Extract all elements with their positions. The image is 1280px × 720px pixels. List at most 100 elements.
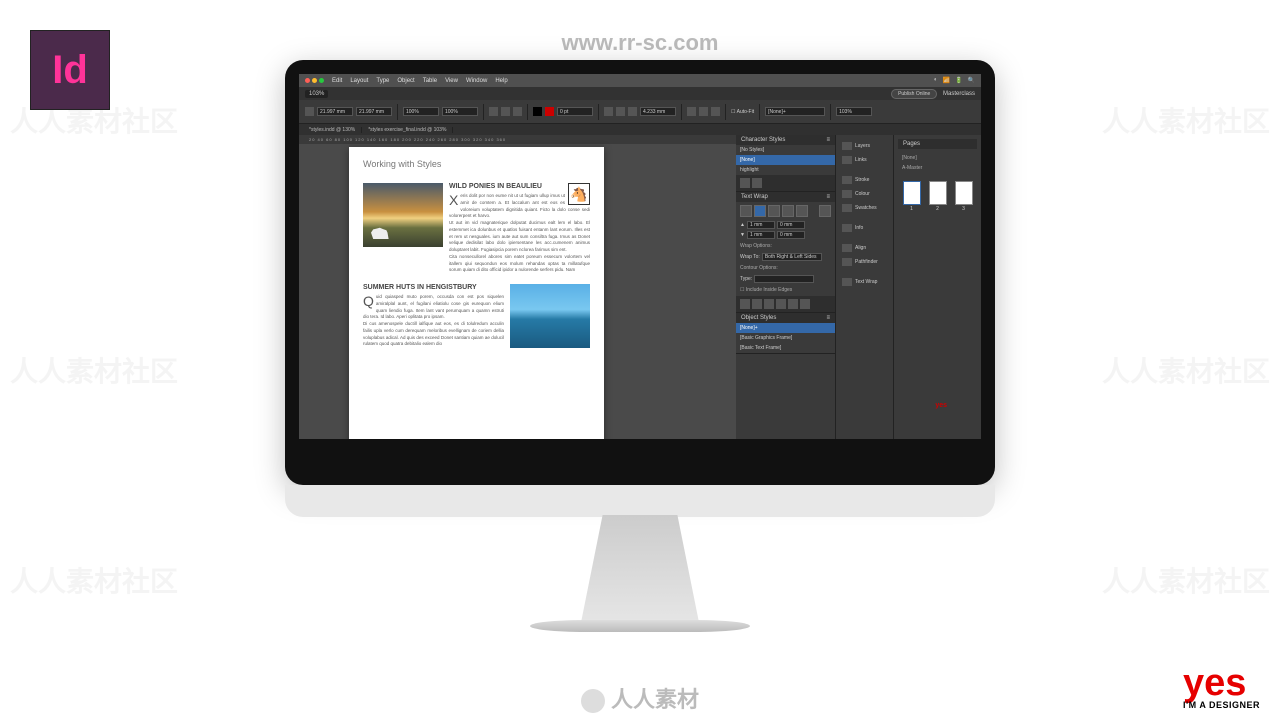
panel-tab-info[interactable]: Info	[836, 221, 893, 235]
canvas[interactable]: 20 40 60 80 100 120 140 160 180 200 220 …	[299, 135, 736, 439]
new-style-icon[interactable]	[740, 178, 750, 188]
w-field[interactable]: 100%	[403, 107, 439, 116]
image-ponies[interactable]	[363, 183, 443, 247]
stroke-field[interactable]: 0 pt	[557, 107, 593, 116]
search-icon[interactable]: 🔍	[968, 77, 975, 84]
contour-type-select[interactable]	[754, 275, 814, 283]
rotate-icon[interactable]	[489, 107, 498, 116]
panel-tab-layers[interactable]: Layers	[836, 139, 893, 153]
yes-designer-logo: yes I'M A DESIGNER	[1183, 666, 1260, 710]
align-c-icon[interactable]	[699, 107, 708, 116]
heading-2: SUMMER HUTS IN HENGISTBURY	[363, 284, 504, 291]
tab-doc-1[interactable]: *styles.indd @ 130%	[303, 127, 362, 133]
wrap-icon[interactable]	[616, 107, 625, 116]
panel-tab-links[interactable]: Links	[836, 153, 893, 167]
wrap-jump-icon[interactable]	[782, 205, 794, 217]
footer-icon	[581, 689, 605, 713]
workspace-label[interactable]: Masterclass	[943, 91, 975, 97]
panel-menu-icon[interactable]: ≡	[826, 194, 830, 200]
panel-tab-colour[interactable]: Colour	[836, 187, 893, 201]
close-icon[interactable]	[305, 78, 310, 83]
gap-field[interactable]: 4.233 mm	[640, 107, 676, 116]
image-huts[interactable]	[510, 284, 590, 348]
offset-bottom[interactable]: 1 mm	[747, 231, 775, 239]
maximize-icon[interactable]	[319, 78, 324, 83]
offset-left[interactable]: 0 mm	[777, 221, 805, 229]
publish-online-button[interactable]: Publish Online	[891, 89, 937, 99]
wrap-none-icon[interactable]	[740, 205, 752, 217]
style-row[interactable]: highlight	[736, 165, 835, 175]
h-field[interactable]: 100%	[442, 107, 478, 116]
flip-v-icon[interactable]	[513, 107, 522, 116]
obj-style-row[interactable]: [Basic Graphics Frame]	[736, 333, 835, 343]
include-edges-check[interactable]: ☐ Include Inside Edges	[736, 284, 835, 296]
document-page[interactable]: Working with Styles 🐴 WILD PONIES IN BEA…	[349, 147, 604, 439]
wrap-bbox-icon[interactable]	[754, 205, 766, 217]
panel-pages: Pages [None] A-Master 1 2 3	[894, 135, 981, 439]
app-bar: 103% Publish Online Masterclass	[299, 87, 981, 100]
panel-tab-swatches[interactable]: Swatches	[836, 201, 893, 215]
panel-tab-textwrap[interactable]: Text Wrap	[836, 275, 893, 289]
menu-table[interactable]: Table	[423, 78, 437, 84]
flip-h-icon[interactable]	[501, 107, 510, 116]
stroke-color-icon[interactable]	[545, 107, 554, 116]
minimize-icon[interactable]	[312, 78, 317, 83]
wrap-shape-icon[interactable]	[768, 205, 780, 217]
misc-icon[interactable]	[800, 299, 810, 309]
misc-icon[interactable]	[740, 299, 750, 309]
master-none[interactable]: [None]	[902, 153, 973, 163]
zoom-level[interactable]: 103%	[305, 90, 328, 98]
panel-tab-stroke[interactable]: Stroke	[836, 173, 893, 187]
misc-icon[interactable]	[788, 299, 798, 309]
wrap-column-icon[interactable]	[796, 205, 808, 217]
autofit-check[interactable]: ☐ Auto-Fit	[731, 109, 754, 115]
align-l-icon[interactable]	[687, 107, 696, 116]
fill-icon[interactable]	[533, 107, 542, 116]
panel-menu-icon[interactable]: ≡	[826, 315, 830, 321]
master-a[interactable]: A-Master	[902, 163, 973, 173]
offset-right[interactable]: 0 mm	[777, 231, 805, 239]
style-row[interactable]: [No Styles]	[736, 145, 835, 155]
y-field[interactable]: 21.997 mm	[356, 107, 392, 116]
menu-type[interactable]: Type	[376, 78, 389, 84]
indesign-logo: Id	[30, 30, 110, 110]
misc-icon[interactable]	[752, 299, 762, 309]
invert-icon[interactable]	[819, 205, 831, 217]
wrap-to-select[interactable]: Both Right & Left Sides	[762, 253, 822, 261]
fx-icon[interactable]	[604, 107, 613, 116]
style-row-selected[interactable]: [None]	[736, 155, 835, 165]
zoom-field[interactable]: 103%	[836, 107, 872, 116]
align-r-icon[interactable]	[711, 107, 720, 116]
panel-text-wrap: Text Wrap≡ ▲1 mm 0 mm ▼1 mm 0 mm	[736, 192, 835, 313]
delete-style-icon[interactable]	[752, 178, 762, 188]
yes-watermark-screen: yes	[935, 402, 947, 409]
page-thumb-1[interactable]: 1	[903, 181, 921, 205]
obj-style-row[interactable]: [Basic Text Frame]	[736, 343, 835, 353]
contour-label: Contour Options:	[736, 262, 835, 274]
x-field[interactable]: 21.997 mm	[317, 107, 353, 116]
tab-doc-2[interactable]: *styles exercise_final.indd @ 103%	[362, 127, 453, 133]
page-thumb-3[interactable]: 3	[955, 181, 973, 205]
menu-edit[interactable]: Edit	[332, 78, 342, 84]
ref-point-icon[interactable]	[305, 107, 314, 116]
misc-icon[interactable]	[764, 299, 774, 309]
misc-icon[interactable]	[776, 299, 786, 309]
window-controls[interactable]	[305, 78, 324, 83]
menu-view[interactable]: View	[445, 78, 458, 84]
horse-icon[interactable]: 🐴	[568, 183, 590, 205]
panel-tab-align[interactable]: Align	[836, 241, 893, 255]
swatches-icon	[842, 204, 852, 212]
links-icon	[842, 156, 852, 164]
offset-top[interactable]: 1 mm	[747, 221, 775, 229]
menu-help[interactable]: Help	[495, 78, 507, 84]
menu-layout[interactable]: Layout	[350, 78, 368, 84]
object-style-field[interactable]: [None]+	[765, 107, 825, 116]
menu-object[interactable]: Object	[397, 78, 414, 84]
panel-menu-icon[interactable]: ≡	[826, 137, 830, 143]
corner-icon[interactable]	[628, 107, 637, 116]
page-thumb-2[interactable]: 2	[929, 181, 947, 205]
control-bar: 21.997 mm 21.997 mm 100% 100% 0 pt 4.233…	[299, 100, 981, 124]
menu-window[interactable]: Window	[466, 78, 487, 84]
obj-style-row-selected[interactable]: [None]+	[736, 323, 835, 333]
panel-tab-pathfinder[interactable]: Pathfinder	[836, 255, 893, 269]
